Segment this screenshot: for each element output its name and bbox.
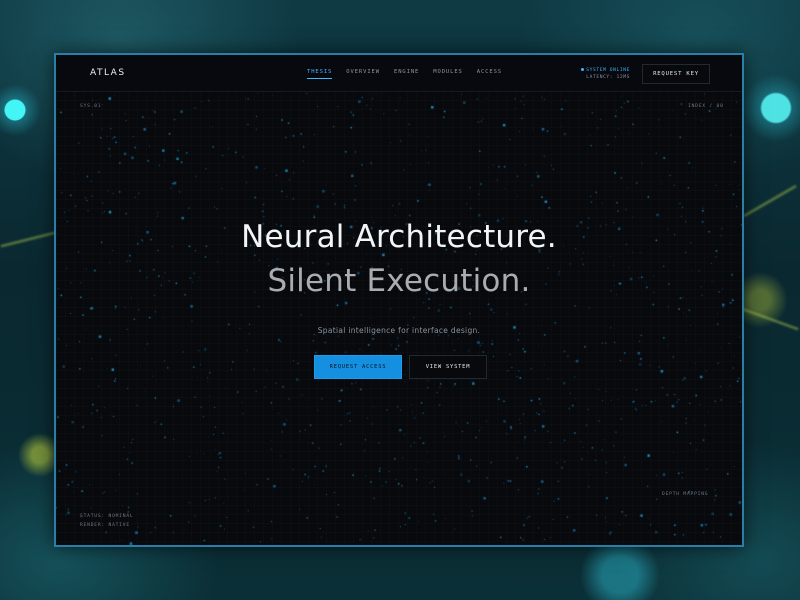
system-online-indicator: SYSTEM ONLINE: [578, 67, 630, 74]
status-nominal-label: STATUS: NOMINAL: [80, 514, 134, 519]
nav-item-engine[interactable]: ENGINE: [387, 69, 426, 79]
system-status: SYSTEM ONLINE LATENCY: 12MS: [578, 67, 630, 81]
background-grid: [56, 55, 742, 545]
depth-mapping-label: DEPTH MAPPING: [662, 492, 709, 497]
footer-status: STATUS: NOMINAL RENDER: NATIVE: [80, 512, 134, 530]
hero-headline-line2: Silent Execution.: [267, 263, 531, 299]
system-online-label: SYSTEM ONLINE: [586, 68, 630, 73]
request-access-button[interactable]: REQUEST ACCESS: [314, 355, 402, 379]
background-light-streak: [0, 230, 60, 248]
browser-window: ATLAS THESIS OVERVIEW ENGINE MODULES ACC…: [54, 53, 744, 547]
top-navbar: ATLAS THESIS OVERVIEW ENGINE MODULES ACC…: [56, 55, 742, 92]
corner-label-top-left: SYS.01: [80, 104, 102, 109]
hero-headline-line1: Neural Architecture.: [241, 219, 557, 255]
nav-item-thesis[interactable]: THESIS: [300, 69, 339, 79]
nav-item-overview[interactable]: OVERVIEW: [339, 69, 387, 79]
background-light-streak: [741, 307, 799, 331]
background-light-streak: [743, 185, 797, 217]
atlas-logo[interactable]: ATLAS: [90, 68, 126, 78]
status-dot-icon: [581, 68, 585, 71]
nav-item-access[interactable]: ACCESS: [470, 69, 509, 79]
latency-readout: LATENCY: 12MS: [586, 75, 630, 80]
main-nav: THESIS OVERVIEW ENGINE MODULES ACCESS: [300, 69, 509, 79]
view-system-button[interactable]: VIEW SYSTEM: [409, 355, 487, 379]
corner-label-top-right: INDEX / 00: [688, 104, 724, 109]
hero-tagline: Spatial intelligence for interface desig…: [317, 326, 481, 335]
render-native-label: RENDER: NATIVE: [80, 523, 130, 528]
request-key-button[interactable]: REQUEST KEY: [642, 64, 710, 84]
nav-item-modules[interactable]: MODULES: [426, 69, 469, 79]
